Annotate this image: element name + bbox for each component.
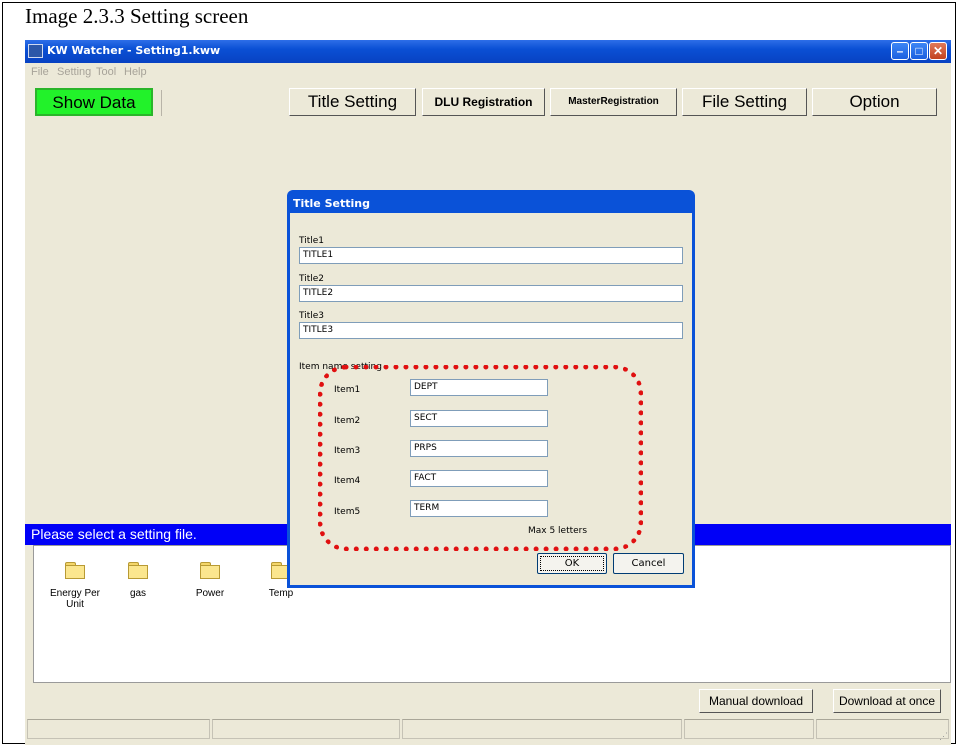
- folder-item[interactable]: Power: [175, 562, 245, 599]
- option-button[interactable]: Option: [812, 88, 937, 116]
- item4-label: Item4: [334, 476, 361, 486]
- close-button[interactable]: ✕: [929, 42, 947, 60]
- item1-input[interactable]: DEPT: [410, 379, 548, 396]
- menu-help[interactable]: Help: [124, 66, 147, 78]
- folder-label: Energy Per Unit: [49, 588, 101, 610]
- menu-bar: File Setting Tool Help: [25, 63, 951, 81]
- menu-tool[interactable]: Tool: [96, 66, 116, 78]
- max-letters-note: Max 5 letters: [528, 526, 588, 536]
- download-at-once-button[interactable]: Download at once: [833, 689, 941, 713]
- status-cell: [212, 719, 400, 739]
- status-bar: ⋰: [25, 717, 951, 743]
- title3-label: Title3: [299, 311, 325, 321]
- item3-input[interactable]: PRPS: [410, 440, 548, 457]
- manual-download-button[interactable]: Manual download: [699, 689, 813, 713]
- file-setting-button[interactable]: File Setting: [682, 88, 807, 116]
- app-icon: [28, 44, 43, 58]
- title3-input[interactable]: TITLE3: [299, 322, 683, 339]
- maximize-button[interactable]: □: [910, 42, 928, 60]
- master-registration-button[interactable]: MasterRegistration: [550, 88, 677, 116]
- show-data-button[interactable]: Show Data: [35, 88, 153, 116]
- resize-grip-icon[interactable]: ⋰: [939, 731, 949, 741]
- item2-label: Item2: [334, 416, 361, 426]
- title-setting-dialog: Title Setting Title1 TITLE1 Title2 TITLE…: [287, 190, 695, 588]
- item-name-setting-label: Item name setting: [299, 362, 382, 372]
- folder-label: gas: [129, 588, 147, 599]
- title2-input[interactable]: TITLE2: [299, 285, 683, 302]
- ok-button[interactable]: OK: [537, 553, 607, 574]
- folder-icon: [128, 562, 148, 579]
- dialog-body: Title1 TITLE1 Title2 TITLE2 Title3 TITLE…: [290, 213, 692, 585]
- dialog-title: Title Setting: [293, 197, 370, 210]
- title2-label: Title2: [299, 274, 325, 284]
- item2-input[interactable]: SECT: [410, 410, 548, 427]
- folder-label: Power: [195, 588, 225, 599]
- title-setting-button[interactable]: Title Setting: [289, 88, 416, 116]
- status-cell: [27, 719, 210, 739]
- folder-label: Temp: [268, 588, 294, 599]
- close-icon: ✕: [932, 44, 944, 58]
- folder-item[interactable]: Energy Per Unit: [40, 562, 110, 610]
- status-message: Please select a setting file.: [31, 526, 197, 542]
- item5-label: Item5: [334, 507, 361, 517]
- title1-input[interactable]: TITLE1: [299, 247, 683, 264]
- toolbar-separator: [161, 90, 162, 116]
- minimize-button[interactable]: –: [891, 42, 909, 60]
- status-cell: [816, 719, 949, 739]
- figure-caption: Image 2.3.3 Setting screen: [25, 4, 249, 28]
- menu-file[interactable]: File: [31, 66, 49, 78]
- item5-input[interactable]: TERM: [410, 500, 548, 517]
- folder-icon: [200, 562, 220, 579]
- dlu-registration-button[interactable]: DLU Registration: [422, 88, 545, 116]
- minimize-icon: –: [896, 44, 904, 58]
- title1-label: Title1: [299, 236, 325, 246]
- window-titlebar[interactable]: KW Watcher - Setting1.kww – □ ✕: [25, 40, 951, 63]
- item4-input[interactable]: FACT: [410, 470, 548, 487]
- status-cell: [402, 719, 682, 739]
- menu-setting[interactable]: Setting: [57, 66, 91, 78]
- maximize-icon: □: [915, 44, 923, 58]
- status-cell: [684, 719, 814, 739]
- item1-label: Item1: [334, 385, 361, 395]
- folder-icon: [65, 562, 85, 579]
- folder-item[interactable]: gas: [103, 562, 173, 599]
- item3-label: Item3: [334, 446, 361, 456]
- window-title: KW Watcher - Setting1.kww: [47, 44, 221, 57]
- cancel-button[interactable]: Cancel: [613, 553, 684, 574]
